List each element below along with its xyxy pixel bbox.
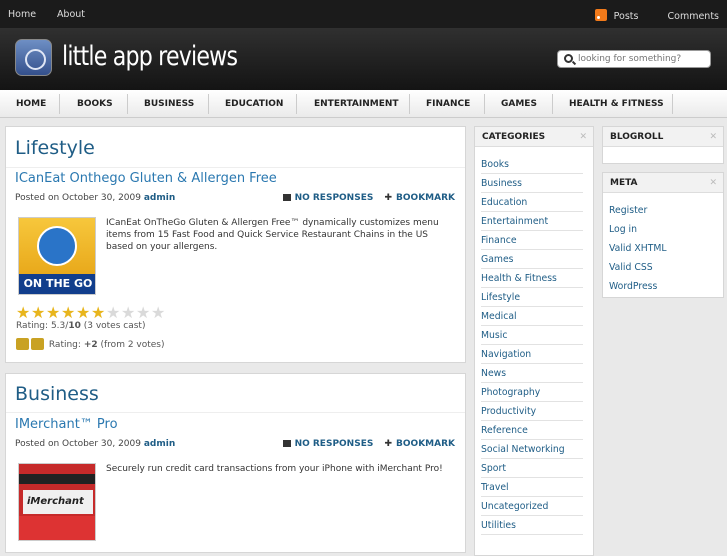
- comment-icon: [282, 194, 291, 201]
- comments-feed-link[interactable]: Comments: [668, 11, 720, 22]
- category-link[interactable]: Business: [481, 174, 583, 193]
- category-link[interactable]: News: [481, 364, 583, 383]
- category-link[interactable]: Utilities: [481, 516, 583, 535]
- category-link[interactable]: Travel: [481, 478, 583, 497]
- post-author[interactable]: admin: [144, 193, 175, 203]
- nav-entertainment[interactable]: ENTERTAINMENT: [314, 99, 399, 109]
- category-link[interactable]: Social Networking: [481, 440, 583, 459]
- plus-icon: ✚: [384, 193, 393, 203]
- post-date: Posted on October 30, 2009: [15, 439, 141, 449]
- star-icon[interactable]: ★: [46, 305, 61, 321]
- meta-link[interactable]: Log in: [609, 220, 713, 239]
- post-author[interactable]: admin: [144, 439, 175, 449]
- nav-games[interactable]: GAMES: [501, 99, 537, 109]
- meta-link[interactable]: Valid XHTML: [609, 239, 713, 258]
- meta-heading: META: [610, 178, 638, 188]
- site-header: little app reviews: [0, 28, 727, 90]
- star-icon[interactable]: ★: [76, 305, 91, 321]
- star-icon[interactable]: ★: [121, 305, 136, 321]
- category-link[interactable]: Music: [481, 326, 583, 345]
- category-link[interactable]: Books: [481, 155, 583, 174]
- star-icon[interactable]: ★: [106, 305, 121, 321]
- categories-heading: CATEGORIES: [482, 132, 546, 142]
- category-link[interactable]: Sport: [481, 459, 583, 478]
- collapse-icon[interactable]: ✕: [709, 132, 717, 142]
- thumbs-down-icon[interactable]: [31, 338, 44, 350]
- star-icon[interactable]: ★: [136, 305, 151, 321]
- top-link-home[interactable]: Home: [8, 9, 36, 20]
- thumbs-rating: Rating: +2 (from 2 votes): [16, 338, 165, 350]
- category-link[interactable]: Entertainment: [481, 212, 583, 231]
- nav-education[interactable]: EDUCATION: [225, 99, 283, 109]
- category-link[interactable]: Lifestyle: [481, 288, 583, 307]
- bookmark-link[interactable]: BOOKMARK: [396, 193, 455, 203]
- site-title[interactable]: little app reviews: [62, 41, 238, 72]
- meta-link[interactable]: Register: [609, 201, 713, 220]
- nav-finance[interactable]: FINANCE: [426, 99, 470, 109]
- nav-home[interactable]: HOME: [16, 99, 46, 109]
- post-title[interactable]: ICanEat Onthego Gluten & Allergen Free: [15, 171, 277, 186]
- collapse-icon[interactable]: ✕: [709, 178, 717, 188]
- star-icon[interactable]: ★: [16, 305, 31, 321]
- blogroll-heading: BLOGROLL: [610, 132, 664, 142]
- category-heading[interactable]: Business: [15, 383, 99, 405]
- post-excerpt: ICanEat OnTheGo Gluten & Allergen Free™ …: [106, 218, 439, 252]
- post-lifestyle: Lifestyle ICanEat Onthego Gluten & Aller…: [5, 126, 466, 363]
- category-link[interactable]: Uncategorized: [481, 497, 583, 516]
- post-excerpt: Securely run credit card transactions fr…: [106, 464, 443, 474]
- category-link[interactable]: Health & Fitness: [481, 269, 583, 288]
- comment-icon: [282, 440, 291, 447]
- category-link[interactable]: Games: [481, 250, 583, 269]
- category-link[interactable]: Reference: [481, 421, 583, 440]
- thumbs-up-icon[interactable]: [16, 338, 29, 350]
- search-input[interactable]: [578, 53, 706, 65]
- meta-widget: META ✕ Register Log in Valid XHTML Valid CSS…: [602, 172, 724, 298]
- category-link[interactable]: Productivity: [481, 402, 583, 421]
- category-link[interactable]: Medical: [481, 307, 583, 326]
- post-thumbnail[interactable]: ON THE GO: [18, 217, 96, 295]
- plus-icon: ✚: [384, 439, 393, 449]
- nav-health-fitness[interactable]: HEALTH & FITNESS: [569, 99, 664, 109]
- post-title[interactable]: IMerchant™ Pro: [15, 417, 118, 432]
- top-link-about[interactable]: About: [57, 9, 85, 20]
- responses-link[interactable]: NO RESPONSES: [295, 193, 374, 203]
- meta-link[interactable]: WordPress: [609, 277, 713, 296]
- posts-feed-link[interactable]: Posts: [614, 11, 639, 22]
- search-icon[interactable]: [564, 54, 573, 63]
- category-heading[interactable]: Lifestyle: [15, 137, 95, 159]
- responses-link[interactable]: NO RESPONSES: [295, 439, 374, 449]
- nav-books[interactable]: BOOKS: [77, 99, 113, 109]
- meta-link[interactable]: Valid CSS: [609, 258, 713, 277]
- post-business: Business IMerchant™ Pro Posted on Octobe…: [5, 373, 466, 553]
- post-thumbnail[interactable]: iMerchant: [18, 463, 96, 541]
- star-icon[interactable]: ★: [91, 305, 106, 321]
- logo-icon[interactable]: [15, 39, 52, 76]
- star-icon[interactable]: ★: [31, 305, 46, 321]
- star-icon[interactable]: ★: [61, 305, 76, 321]
- bookmark-link[interactable]: BOOKMARK: [396, 439, 455, 449]
- category-link[interactable]: Navigation: [481, 345, 583, 364]
- category-link[interactable]: Photography: [481, 383, 583, 402]
- top-bar: Home About Posts Comments: [0, 0, 727, 28]
- categories-widget: CATEGORIES ✕ Books Business Education Entert…: [474, 126, 594, 556]
- main-nav: HOME BOOKS BUSINESS EDUCATION ENTERTAINM…: [0, 90, 727, 118]
- category-link[interactable]: Finance: [481, 231, 583, 250]
- search-box: [557, 50, 711, 68]
- star-rating[interactable]: ★★★★★★★★★★: [16, 305, 166, 321]
- blogroll-widget: BLOGROLL ✕: [602, 126, 724, 164]
- collapse-icon[interactable]: ✕: [579, 132, 587, 142]
- globe-icon: [37, 226, 77, 266]
- post-date: Posted on October 30, 2009: [15, 193, 141, 203]
- category-link[interactable]: Education: [481, 193, 583, 212]
- nav-business[interactable]: BUSINESS: [144, 99, 194, 109]
- star-icon[interactable]: ★: [151, 305, 166, 321]
- rating-text: Rating: 5.3/10 (3 votes cast): [16, 321, 146, 331]
- rss-icon: [594, 9, 607, 21]
